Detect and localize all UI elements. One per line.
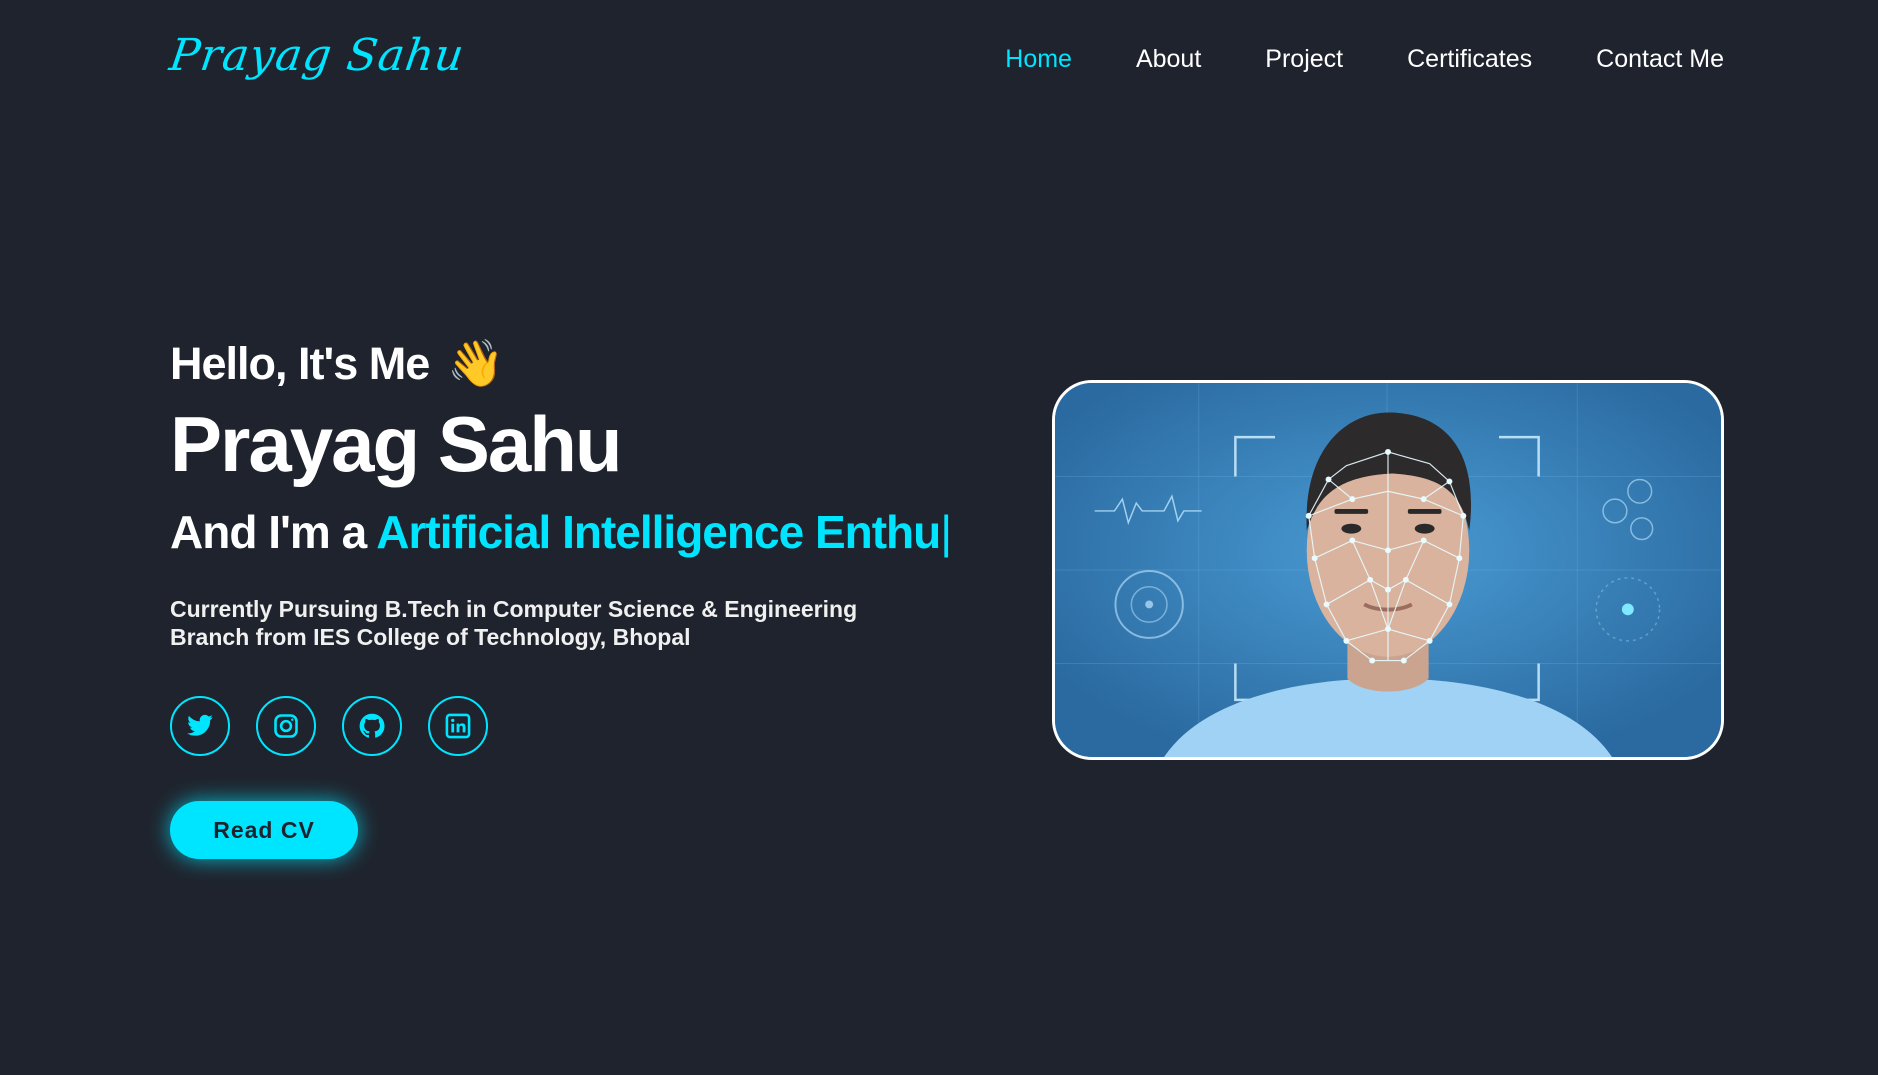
linkedin-icon xyxy=(445,713,471,739)
role-heading: And I'm a Artificial Intelligence Enthu| xyxy=(170,505,990,559)
twitter-icon xyxy=(187,714,213,736)
description-line-1: Currently Pursuing B.Tech in Computer Sc… xyxy=(170,596,858,622)
hero-description: Currently Pursuing B.Tech in Computer Sc… xyxy=(170,595,990,651)
greeting-heading: Hello, It's Me 👋 xyxy=(170,336,990,391)
linkedin-link[interactable] xyxy=(428,696,488,756)
nav-about[interactable]: About xyxy=(1136,45,1201,74)
read-cv-button[interactable]: Read CV xyxy=(170,801,358,859)
nav-project[interactable]: Project xyxy=(1265,45,1343,74)
hero-name: Prayag Sahu xyxy=(170,400,623,488)
nav-home[interactable]: Home xyxy=(1005,45,1072,74)
waving-hand-icon: 👋 xyxy=(447,337,504,389)
main-nav: Home About Project Certificates Contact … xyxy=(1005,45,1724,74)
hero-section: Hello, It's Me 👋 Prayag Sahu And I'm a A… xyxy=(170,336,990,859)
twitter-link[interactable] xyxy=(170,696,230,756)
github-icon xyxy=(359,713,385,738)
face-recognition-illustration xyxy=(1055,383,1721,757)
description-line-2: Branch from IES College of Technology, B… xyxy=(170,624,691,650)
instagram-link[interactable] xyxy=(256,696,316,756)
social-links xyxy=(170,696,990,756)
page: Prayag Sahu Home About Project Certifica… xyxy=(0,0,1878,1075)
nav-contact[interactable]: Contact Me xyxy=(1596,45,1724,74)
instagram-icon xyxy=(274,714,298,738)
face-recognition-image xyxy=(1052,380,1724,760)
logo[interactable]: Prayag Sahu xyxy=(166,30,467,81)
role-prefix: And I'm a xyxy=(170,506,367,558)
role-typed-text: Artificial Intelligence Enthu xyxy=(376,506,941,558)
greeting-text: Hello, It's Me xyxy=(170,337,430,389)
typing-caret: | xyxy=(940,506,952,558)
github-link[interactable] xyxy=(342,696,402,756)
nav-certificates[interactable]: Certificates xyxy=(1407,45,1532,74)
